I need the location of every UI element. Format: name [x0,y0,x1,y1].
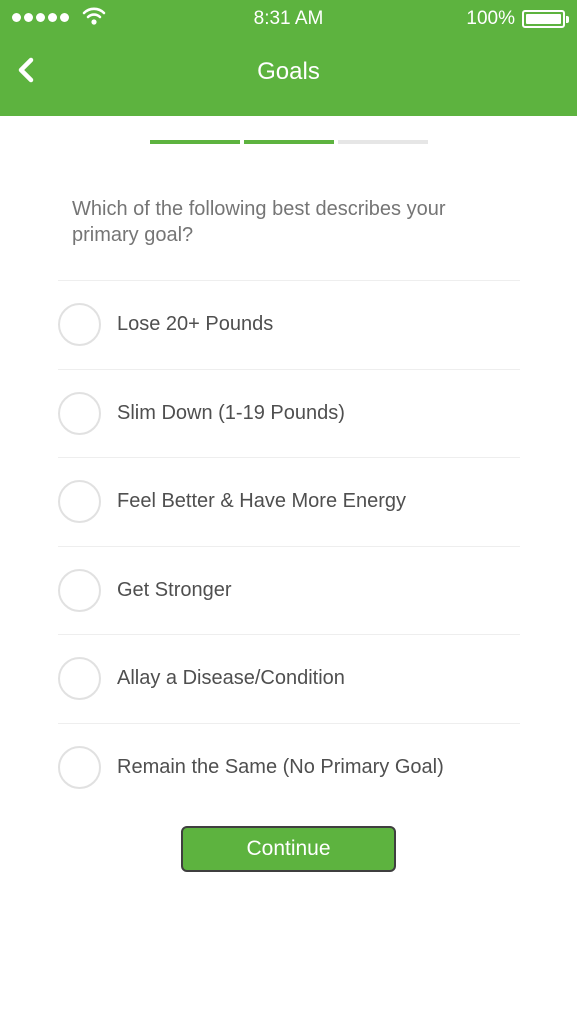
progress-step-1 [150,140,240,144]
battery-percentage: 100% [466,8,515,29]
option-get-stronger[interactable]: Get Stronger [58,547,520,635]
option-slim-down[interactable]: Slim Down (1-19 Pounds) [58,370,520,458]
radio-button[interactable] [58,480,101,524]
option-feel-better[interactable]: Feel Better & Have More Energy [58,458,520,547]
page-title: Goals [257,58,320,85]
option-remain-same[interactable]: Remain the Same (No Primary Goal) [58,724,520,813]
continue-button[interactable]: Continue [181,826,396,872]
option-label: Feel Better & Have More Energy [117,490,407,513]
status-bar: 8:31 AM 100% [0,0,577,38]
step-progress-indicator [150,140,428,144]
radio-button[interactable] [58,568,101,612]
option-label: Slim Down (1-19 Pounds) [117,401,345,424]
progress-step-3 [338,140,428,144]
radio-button[interactable] [58,391,101,435]
goal-options-list: Lose 20+ Pounds Slim Down (1-19 Pounds) … [58,280,520,812]
radio-button[interactable] [58,303,101,347]
progress-step-2 [244,140,334,144]
option-allay-disease[interactable]: Allay a Disease/Condition [58,635,520,724]
option-lose-20-pounds[interactable]: Lose 20+ Pounds [58,281,520,370]
radio-button[interactable] [58,746,101,790]
battery-icon [522,10,569,28]
radio-button[interactable] [58,657,101,701]
option-label: Remain the Same (No Primary Goal) [117,756,444,779]
goal-question: Which of the following best describes yo… [72,198,446,246]
option-label: Lose 20+ Pounds [117,313,274,336]
option-label: Allay a Disease/Condition [117,667,345,690]
navigation-bar: 8:31 AM 100% Goals [0,0,577,116]
option-label: Get Stronger [117,578,232,601]
